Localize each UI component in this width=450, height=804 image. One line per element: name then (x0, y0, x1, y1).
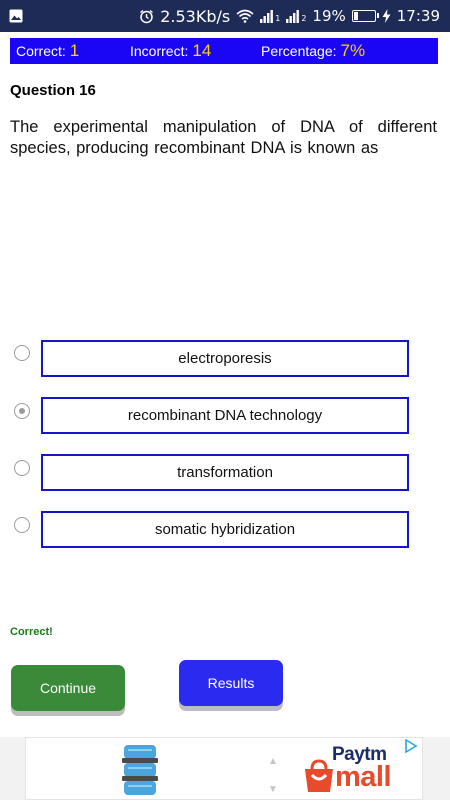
question-text: The experimental manipulation of DNA of … (10, 118, 437, 157)
answer-feedback: Correct! (10, 626, 53, 638)
sim1-label: 1 (275, 13, 281, 23)
signal-sim1: 1 (260, 9, 281, 23)
battery-icon (351, 10, 379, 22)
answer-option[interactable]: electroporesis (41, 340, 409, 377)
option-radio[interactable] (14, 403, 30, 419)
incorrect-score: Incorrect: 14 (130, 38, 211, 64)
ad-up-arrow-icon: ▲ (268, 756, 278, 767)
correct-score: Correct: 1 (16, 38, 79, 64)
percentage-label: Percentage: (261, 43, 337, 59)
signal-sim2: 2 (286, 9, 307, 23)
question-number: Question 16 (10, 82, 96, 99)
continue-button[interactable]: Continue (11, 665, 125, 711)
battery-percent: 19% (312, 7, 346, 25)
status-bar: 2.53Kb/s 1 2 19% 17:39 (0, 0, 450, 32)
battery-fill (353, 12, 358, 20)
clock: 17:39 (396, 7, 440, 25)
option-radio[interactable] (14, 345, 30, 361)
correct-value: 1 (69, 41, 80, 60)
signal-icon (286, 9, 300, 23)
ad-brand-mall: mall (335, 761, 392, 793)
answer-option[interactable]: somatic hybridization (41, 511, 409, 548)
ad-choices-icon[interactable] (404, 739, 418, 753)
charging-bolt-icon (382, 9, 391, 23)
ad-scroll-arrows: ▲ ▼ (268, 748, 278, 804)
correct-label: Correct: (16, 43, 66, 59)
percentage-value: 7% (340, 41, 366, 60)
shopping-bag-icon (305, 759, 333, 792)
incorrect-label: Incorrect: (130, 43, 189, 59)
server-stack-icon (122, 745, 158, 795)
score-bar: Correct: 1 Incorrect: 14 Percentage: 7% (10, 38, 438, 64)
alarm-icon (140, 9, 154, 23)
incorrect-value: 14 (192, 41, 212, 60)
wifi-icon (236, 9, 254, 23)
answer-option[interactable]: transformation (41, 454, 409, 491)
signal-icon (260, 9, 274, 23)
sim2-label: 2 (301, 13, 307, 23)
image-notification-icon (9, 9, 23, 23)
network-speed: 2.53Kb/s (160, 6, 231, 26)
results-button[interactable]: Results (179, 660, 283, 706)
option-radio[interactable] (14, 517, 30, 533)
option-radio[interactable] (14, 460, 30, 476)
answer-option[interactable]: recombinant DNA technology (41, 397, 409, 434)
percentage-score: Percentage: 7% (261, 38, 365, 64)
